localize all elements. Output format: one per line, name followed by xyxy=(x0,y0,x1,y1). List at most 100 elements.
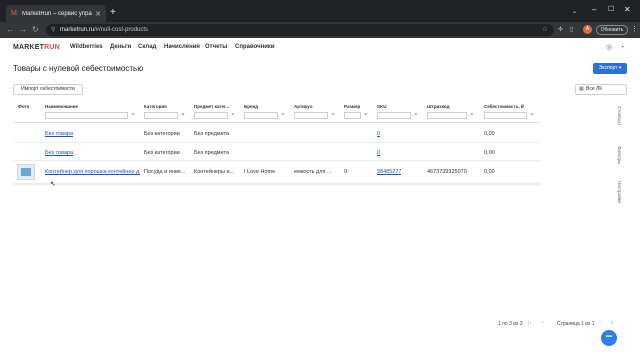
profile-avatar[interactable]: А xyxy=(583,25,592,34)
brand-cell: I Love Home xyxy=(244,169,276,175)
sku-link[interactable]: 98485277 xyxy=(377,169,401,175)
nav-item-money[interactable]: Деньги xyxy=(110,44,131,50)
row-divider xyxy=(13,160,541,161)
tab-title: MarketRun – сервис управлен... xyxy=(22,10,92,17)
nav-item-references[interactable]: Справочники xyxy=(235,44,275,50)
filter-icon[interactable]: ⏷ xyxy=(281,112,285,119)
next-page-icon[interactable]: › xyxy=(599,320,601,326)
site-info-icon[interactable]: ⚲ xyxy=(51,24,55,36)
sku-link[interactable]: 0 xyxy=(377,131,380,137)
column-header-cost[interactable]: Себестоимость, ₽ xyxy=(484,104,524,110)
export-label: Экспорт xyxy=(598,65,618,71)
back-icon[interactable]: ← xyxy=(6,26,14,34)
barcode-cell: 4673739325070 xyxy=(427,169,467,175)
import-cost-button[interactable]: Импорт себестоимости xyxy=(13,84,83,95)
nav-item-reports[interactable]: Отчеты xyxy=(205,44,227,50)
support-chat-button[interactable]: ••• xyxy=(601,330,617,346)
cost-cell[interactable]: 0,00 xyxy=(484,150,495,156)
filter-icon[interactable]: ⏷ xyxy=(414,112,418,119)
update-button[interactable]: Обновить xyxy=(596,25,628,35)
chat-icon[interactable]: ◎ xyxy=(606,44,613,51)
column-header-category[interactable]: Категория xyxy=(144,104,167,109)
first-page-icon[interactable]: |‹ xyxy=(528,320,532,326)
pagination-range: 1 по 3 из 3 xyxy=(498,321,523,327)
column-header-subject[interactable]: Предмет катег... xyxy=(194,104,229,109)
browser-menu-icon[interactable]: ⋮ xyxy=(631,25,638,35)
user-icon[interactable]: ◔ xyxy=(620,44,627,51)
pagination-page: Страница 1 из 1 xyxy=(557,321,595,327)
product-name-link[interactable]: Без товара xyxy=(45,150,73,156)
filter-size-input[interactable] xyxy=(344,112,361,119)
column-header-brand[interactable]: Бренд xyxy=(244,104,258,109)
url-path: /#/null-cost-products xyxy=(94,27,149,33)
size-cell: 0 xyxy=(344,169,348,175)
prev-page-icon[interactable]: ‹ xyxy=(542,320,544,326)
nav-item-wildberries[interactable]: Wildberries xyxy=(70,44,103,50)
reload-icon[interactable]: ↻ xyxy=(32,26,39,34)
product-name-link[interactable]: Контейнер для порошка контейнер д... xyxy=(45,169,140,175)
column-header-name[interactable]: Наименование xyxy=(45,104,78,109)
cost-cell[interactable]: 0,00 xyxy=(484,169,495,175)
browser-tab[interactable]: M MarketRun – сервис управлен... ✕ xyxy=(6,5,106,22)
side-tab-columns[interactable]: Столбцы xyxy=(617,106,622,125)
filter-icon[interactable]: ⏷ xyxy=(181,112,185,119)
sku-link[interactable]: 0 xyxy=(377,150,380,156)
filter-icon[interactable]: ⏷ xyxy=(364,112,368,119)
side-tab-settings[interactable]: Настройки xyxy=(617,181,622,203)
side-tab-filters[interactable]: Фильтры xyxy=(617,146,622,164)
lk-select[interactable]: ▦ Все ЛК xyxy=(575,84,627,95)
page-title: Товары с нулевой себестоимостью xyxy=(13,64,144,73)
app-page: MARKETRUN Wildberries Деньги Склад Начис… xyxy=(0,38,640,360)
product-photo-image xyxy=(21,168,31,176)
close-tab-icon[interactable]: ✕ xyxy=(95,10,101,18)
last-page-icon[interactable]: ›| xyxy=(610,320,614,326)
tab-search-icon[interactable]: ⌄ xyxy=(572,8,577,16)
url-field[interactable]: ⚲ marketrun.ru/#/null-cost-products ☆ xyxy=(46,24,554,36)
top-navigation: MARKETRUN Wildberries Деньги Склад Начис… xyxy=(0,38,640,58)
address-bar: ← → ↻ ⚲ marketrun.ru/#/null-cost-product… xyxy=(0,22,640,38)
category-cell: Без категории xyxy=(144,150,180,156)
filter-icon[interactable]: ⏷ xyxy=(131,112,135,119)
products-table: Фото Наименование Категория Предмет кате… xyxy=(13,104,541,222)
column-header-barcode[interactable]: Штрихкод xyxy=(427,104,449,109)
filter-name-input[interactable] xyxy=(45,112,128,119)
filter-icon[interactable]: ⏷ xyxy=(470,112,474,119)
filter-barcode-input[interactable] xyxy=(427,112,467,119)
category-cell: Посуда и инве... xyxy=(144,169,186,175)
column-header-article[interactable]: Артикул xyxy=(294,104,312,109)
filter-brand-input[interactable] xyxy=(244,112,278,119)
calendar-icon: ▦ xyxy=(579,86,584,92)
filter-category-input[interactable] xyxy=(144,112,178,119)
column-header-sku[interactable]: SKU xyxy=(377,104,387,109)
filter-icon[interactable]: ⏷ xyxy=(231,112,235,119)
product-name-link[interactable]: Без товара xyxy=(45,131,73,137)
filter-icon[interactable]: ⏷ xyxy=(530,112,534,119)
mouse-cursor-icon: ↖ xyxy=(50,181,56,188)
close-window-icon[interactable]: ✕ xyxy=(624,6,631,14)
logo-run: RUN xyxy=(44,44,60,51)
new-tab-icon[interactable]: + xyxy=(110,8,116,18)
product-photo[interactable] xyxy=(17,164,35,180)
nav-item-accruals[interactable]: Начисления xyxy=(164,44,200,50)
side-panel-icon[interactable]: ▯ xyxy=(570,27,576,33)
forward-icon[interactable]: → xyxy=(19,26,27,34)
minimize-icon[interactable]: – xyxy=(592,6,596,14)
column-header-photo[interactable]: Фото xyxy=(18,104,29,109)
filter-sku-input[interactable] xyxy=(377,112,411,119)
filter-article-input[interactable] xyxy=(294,112,328,119)
bookmark-star-icon[interactable]: ☆ xyxy=(542,24,548,36)
subject-cell: Без предмета xyxy=(194,131,229,137)
subject-cell: Контейнеры и... xyxy=(194,169,235,175)
maximize-icon[interactable]: ☐ xyxy=(608,6,614,14)
cost-cell[interactable]: 0,00 xyxy=(484,131,495,137)
filter-cost-input[interactable] xyxy=(484,112,527,119)
extensions-icon[interactable]: ✣ xyxy=(558,27,564,33)
subject-cell: Без предмета xyxy=(194,150,229,156)
export-button[interactable]: Экспорт ▾ xyxy=(593,63,627,74)
filter-icon[interactable]: ⏷ xyxy=(331,112,335,119)
marketrun-logo[interactable]: MARKETRUN xyxy=(13,44,60,51)
header-divider xyxy=(13,122,541,123)
filter-subject-input[interactable] xyxy=(194,112,228,119)
nav-item-warehouse[interactable]: Склад xyxy=(138,44,156,50)
column-header-size[interactable]: Размер xyxy=(344,104,360,109)
